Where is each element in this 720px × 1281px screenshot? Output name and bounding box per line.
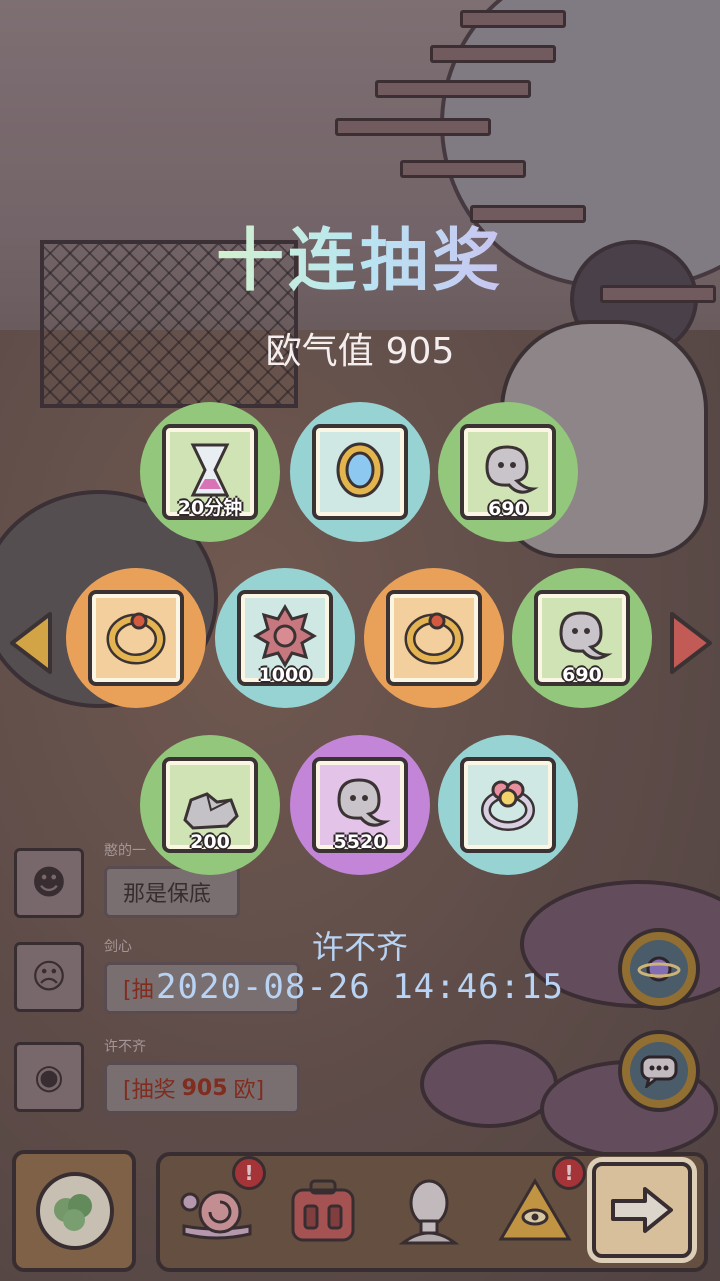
chat-message-suffix: 欧] — [233, 1078, 265, 1103]
amulet-icon — [336, 442, 384, 498]
prize-slot[interactable]: 200 — [140, 735, 280, 875]
prize-slot[interactable] — [438, 735, 578, 875]
chat-message-value: 905 — [181, 1075, 228, 1101]
avatar[interactable]: ◉ — [14, 1042, 84, 1112]
prize-quantity: 690 — [562, 664, 602, 686]
backpack-button[interactable] — [280, 1166, 366, 1256]
stair-step — [335, 118, 491, 136]
prize-slot[interactable]: 690 — [438, 402, 578, 542]
prize-card — [386, 590, 482, 686]
speech-bubble-icon — [640, 1055, 678, 1088]
luck-value-row: 欧气值 905 — [0, 322, 720, 374]
prize-quantity: 5520 — [333, 831, 387, 853]
prize-slot[interactable] — [364, 568, 504, 708]
chat-message-prefix: [抽奖 — [123, 1078, 176, 1103]
prize-slot[interactable]: 20分钟 — [140, 402, 280, 542]
avatar[interactable]: ☻ — [14, 848, 84, 918]
prize-card: 20分钟 — [162, 424, 258, 520]
statue-bust-icon — [398, 1179, 460, 1245]
flower-ring-icon — [481, 780, 535, 832]
bust-button[interactable] — [386, 1166, 472, 1256]
stone-icon — [183, 792, 239, 830]
prize-slot[interactable]: 1000 — [215, 568, 355, 708]
stair-step — [460, 10, 566, 28]
chat-bubble: [抽奖 905 欧] — [104, 1062, 300, 1114]
chat-message-text: 那是保底 — [123, 882, 212, 907]
player-name: 许不齐 — [311, 928, 408, 966]
spiked-shell-icon — [253, 604, 317, 669]
prize-slot[interactable] — [290, 402, 430, 542]
chat-username: 许不齐 — [104, 1039, 146, 1055]
home-button[interactable] — [12, 1150, 136, 1272]
luck-label: 欧气值 — [265, 331, 374, 372]
prize-quantity: 20分钟 — [177, 497, 243, 519]
soul-icon — [485, 445, 539, 494]
prize-quantity: 690 — [488, 498, 528, 520]
backpack-icon — [291, 1179, 355, 1242]
prize-card: 5520 — [312, 757, 408, 853]
right-arrow-icon — [611, 1187, 673, 1233]
next-button[interactable] — [592, 1162, 692, 1258]
soul-icon — [337, 778, 391, 827]
soul-icon — [559, 611, 613, 660]
next-arrow-icon[interactable] — [666, 608, 716, 678]
prev-arrow-icon[interactable] — [6, 608, 56, 678]
prize-card — [88, 590, 184, 686]
draw-timestamp: 2020-08-26 14:46:15 — [156, 967, 564, 1007]
prize-card: 690 — [534, 590, 630, 686]
prize-card: 690 — [460, 424, 556, 520]
prize-quantity: 1000 — [258, 664, 312, 686]
prize-quantity: 200 — [190, 831, 230, 853]
prize-card — [312, 424, 408, 520]
luck-value: 905 — [385, 331, 455, 372]
ring-icon — [404, 612, 464, 665]
prize-slot[interactable]: 5520 — [290, 735, 430, 875]
notification-badge: ! — [552, 1156, 586, 1190]
bush-icon — [54, 1194, 92, 1231]
stair-step — [375, 80, 531, 98]
prize-card: 1000 — [237, 590, 333, 686]
stair-step — [400, 160, 526, 178]
prize-slot[interactable] — [66, 568, 206, 708]
home-plate — [36, 1172, 114, 1250]
mushroom-cap — [420, 1040, 558, 1128]
stair-step — [430, 45, 556, 63]
page-title: 十连抽奖 — [0, 205, 720, 304]
ring-icon — [106, 612, 166, 665]
chat-button[interactable] — [618, 1030, 700, 1112]
notification-badge: ! — [232, 1156, 266, 1190]
chat-username: 憨的一 — [104, 843, 146, 859]
prize-card — [460, 757, 556, 853]
prize-card: 200 — [162, 757, 258, 853]
prize-slot[interactable]: 690 — [512, 568, 652, 708]
